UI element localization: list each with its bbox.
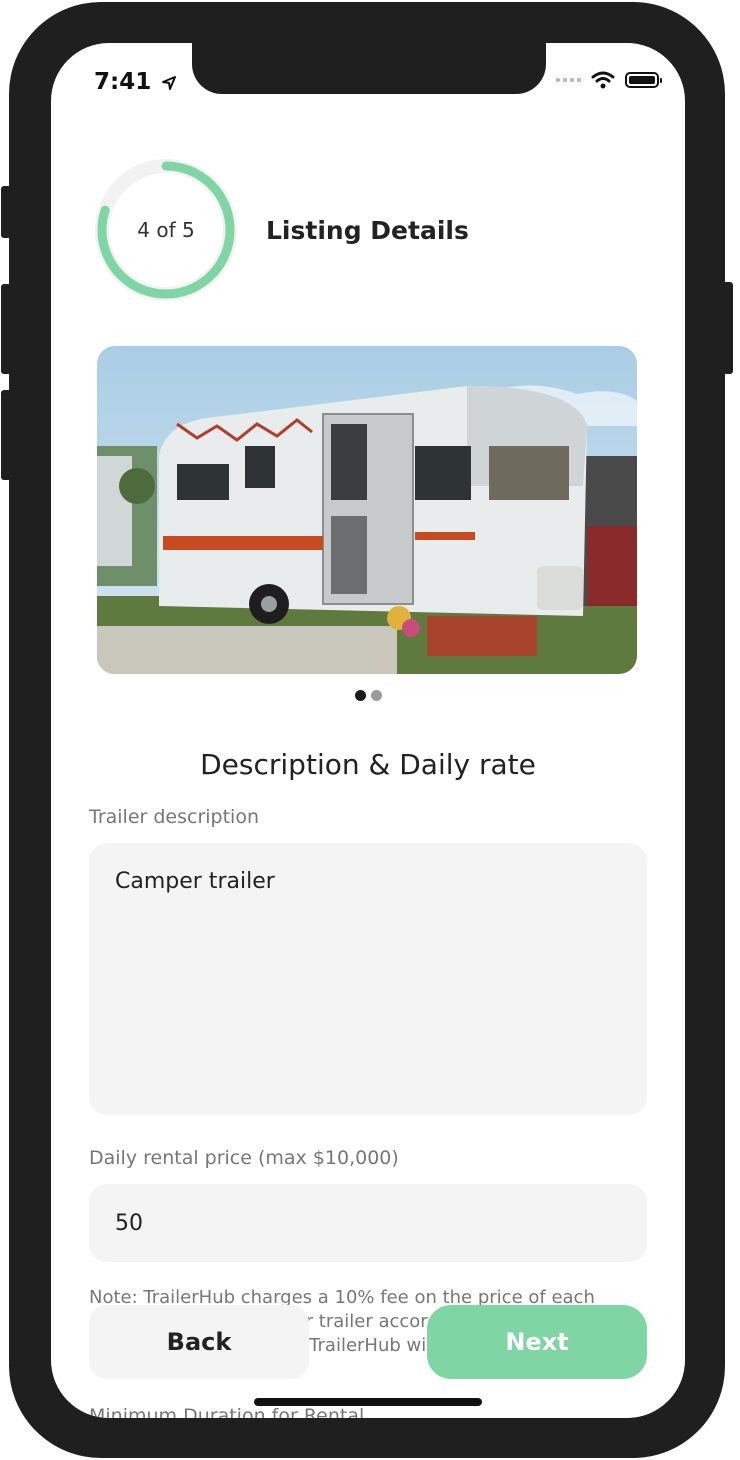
screen: 7:41 4 of 5 Listing Details Description … [51, 43, 685, 1418]
battery-icon [625, 72, 662, 88]
description-field[interactable]: Camper trailer [89, 843, 647, 1115]
time-label: 7:41 [94, 69, 152, 95]
next-button[interactable]: Next [427, 1305, 647, 1379]
volume-down-button [1, 390, 11, 480]
notch [192, 43, 546, 94]
daily-price-field[interactable]: 50 [89, 1184, 647, 1262]
home-indicator [254, 1398, 482, 1406]
carousel-dot[interactable] [354, 690, 366, 701]
minimum-duration-label: Minimum Duration for Rental [89, 1405, 365, 1418]
volume-up-button [1, 284, 11, 374]
back-button[interactable]: Back [89, 1305, 309, 1379]
status-time: 7:41 [94, 69, 177, 95]
price-label: Daily rental price (max $10,000) [89, 1147, 399, 1169]
power-button [723, 282, 733, 374]
carousel-pagination [51, 690, 685, 701]
location-arrow-icon [162, 75, 177, 90]
trailer-photo[interactable] [97, 346, 637, 674]
cellular-signal-icon [556, 78, 581, 82]
wifi-icon [591, 71, 615, 89]
page-title: Listing Details [266, 216, 469, 245]
carousel-dot[interactable] [370, 690, 382, 701]
section-title: Description & Daily rate [200, 748, 536, 781]
description-label: Trailer description [89, 806, 260, 828]
price-value: 50 [115, 1210, 143, 1236]
description-value: Camper trailer [115, 869, 275, 894]
status-indicators [556, 71, 662, 89]
mute-switch [1, 186, 11, 238]
progress-label: 4 of 5 [137, 218, 195, 242]
